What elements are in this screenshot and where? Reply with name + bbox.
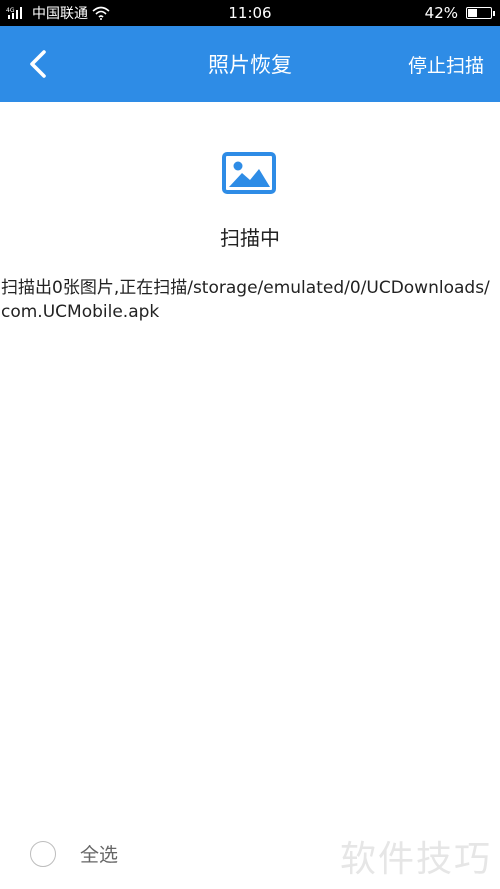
select-all-radio[interactable]	[30, 840, 56, 867]
image-icon	[222, 152, 276, 194]
battery-icon	[466, 7, 495, 19]
scan-progress-text: 扫描出0张图片,正在扫描/storage/emulated/0/UCDownlo…	[1, 278, 490, 322]
watermark: 软件技巧	[339, 839, 492, 880]
status-bar-right: 42%	[424, 0, 495, 26]
scan-status: 扫描中	[220, 226, 280, 250]
battery-percent: 42%	[424, 4, 458, 22]
select-all-label: 全选	[80, 844, 119, 866]
back-button[interactable]	[18, 44, 58, 84]
stop-scan-button[interactable]: 停止扫描	[408, 26, 484, 102]
app-header: 照片恢复 停止扫描	[0, 26, 500, 102]
chevron-left-icon	[30, 50, 46, 78]
select-all-option[interactable]: 全选	[30, 840, 118, 867]
status-bar: 4G 中国联通 11:06 42%	[0, 0, 500, 26]
